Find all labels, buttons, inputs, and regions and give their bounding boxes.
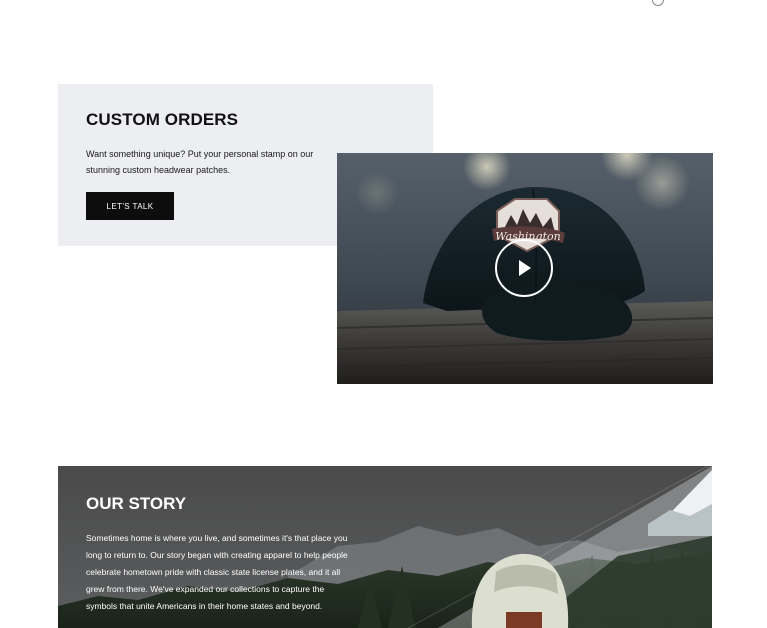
page: CUSTOM ORDERS Want something unique? Put…	[0, 0, 767, 628]
our-story-body: Sometimes home is where you live, and so…	[86, 533, 348, 611]
play-icon	[519, 260, 531, 276]
carousel-dot[interactable]	[652, 0, 664, 6]
lets-talk-button[interactable]: LET'S TALK	[86, 192, 174, 220]
play-button[interactable]	[495, 239, 553, 297]
custom-orders-description: Want something unique? Put your personal…	[86, 149, 314, 175]
custom-orders-title: CUSTOM ORDERS	[86, 110, 239, 129]
custom-orders-video[interactable]: Washington	[337, 153, 713, 384]
our-story-title: OUR STORY	[86, 494, 187, 513]
our-story-section: OUR STORY Sometimes home is where you li…	[58, 466, 712, 628]
